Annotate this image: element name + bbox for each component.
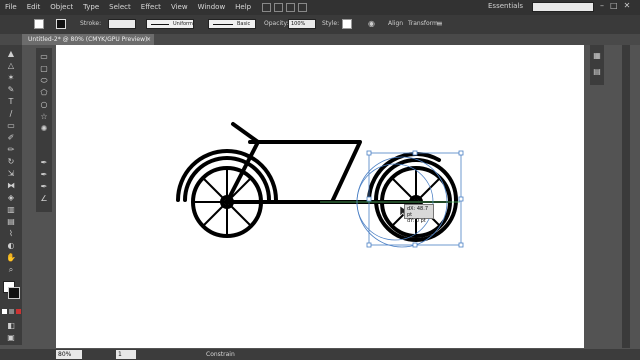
brush-label: Basic bbox=[237, 21, 251, 27]
rear-wheel[interactable] bbox=[176, 149, 278, 238]
stroke-swatch[interactable] bbox=[56, 19, 66, 29]
flyout-add-anchor-icon[interactable]: ✒ bbox=[37, 170, 51, 180]
opacity-label[interactable]: Opacity: bbox=[264, 19, 289, 29]
zoom-tool-icon[interactable]: ⌕ bbox=[4, 265, 18, 275]
type-tool-icon[interactable]: T bbox=[4, 97, 18, 107]
brush-definition[interactable]: Basic bbox=[208, 19, 256, 29]
menu-type[interactable]: Type bbox=[78, 0, 104, 15]
stroke-color-icon[interactable] bbox=[8, 287, 20, 299]
flyout-delete-anchor-icon[interactable]: ✒ bbox=[37, 182, 51, 192]
panel-options-icon[interactable]: ≡ bbox=[436, 19, 443, 28]
stroke-label[interactable]: Stroke: bbox=[80, 19, 101, 29]
drawing-mode-icon[interactable]: ◧ bbox=[4, 321, 18, 331]
tooltip-dx: dX: 48.7 pt bbox=[407, 206, 429, 218]
document-tab-title: Untitled-2* @ 80% (CMYK/GPU Preview) bbox=[28, 36, 148, 43]
artboard[interactable] bbox=[56, 45, 584, 348]
close-tab-icon[interactable]: × bbox=[146, 34, 151, 45]
menu-help[interactable]: Help bbox=[230, 0, 256, 15]
eyedropper-tool-icon[interactable]: ⌇ bbox=[4, 229, 18, 239]
menu-file[interactable]: File bbox=[0, 0, 22, 15]
paintbrush-tool-icon[interactable]: ✐ bbox=[4, 133, 18, 143]
style-label: Style: bbox=[322, 20, 340, 27]
collapsed-panels: ▦ ▤ bbox=[590, 45, 604, 85]
flyout-ellipse2-icon[interactable]: ○ bbox=[37, 100, 51, 110]
rectangle-tool-icon[interactable]: ▭ bbox=[4, 121, 18, 131]
flyout-ellipse-icon[interactable]: ⬭ bbox=[37, 76, 51, 86]
direct-selection-tool-icon[interactable]: △ bbox=[4, 61, 18, 71]
flyout-pen-icon[interactable]: ✒ bbox=[37, 158, 51, 168]
graphic-style-swatch[interactable] bbox=[342, 19, 352, 29]
transform-link[interactable]: Transform bbox=[408, 19, 438, 29]
maximize-icon[interactable]: □ bbox=[610, 1, 618, 10]
variable-width-profile[interactable]: Uniform bbox=[146, 19, 194, 29]
minimize-icon[interactable]: – bbox=[600, 1, 604, 10]
properties-panel-icon[interactable]: ▦ bbox=[590, 51, 604, 61]
close-icon[interactable]: ✕ bbox=[624, 1, 631, 10]
magic-wand-tool-icon[interactable]: ✶ bbox=[4, 73, 18, 83]
fill-swatch[interactable] bbox=[34, 19, 44, 29]
screen-mode-icon[interactable]: ▣ bbox=[4, 333, 18, 343]
workspace-switcher[interactable]: Essentials bbox=[488, 2, 523, 10]
profile-line-icon bbox=[151, 24, 169, 25]
hand-tool-icon[interactable]: ✋ bbox=[4, 253, 18, 263]
status-mode-text: Constrain bbox=[206, 351, 235, 358]
tooltip-dy: dY: 0 pt bbox=[407, 218, 426, 224]
brush-line-icon bbox=[213, 24, 233, 25]
vertical-scrollbar[interactable] bbox=[622, 45, 630, 348]
scale-tool-icon[interactable]: ⇲ bbox=[4, 169, 18, 179]
pen-tool-icon[interactable]: ✎ bbox=[4, 85, 18, 95]
selection-tool-icon[interactable]: ▲ bbox=[4, 49, 18, 59]
menu-select[interactable]: Select bbox=[104, 0, 136, 15]
menu-object[interactable]: Object bbox=[45, 0, 78, 15]
app-bar-icons bbox=[262, 3, 308, 12]
profile-label: Uniform bbox=[173, 21, 193, 27]
menu-view[interactable]: View bbox=[166, 0, 193, 15]
tools-panel: ▲ △ ✶ ✎ T ∕ ▭ ✐ ✏ ↻ ⇲ ⧓ ◈ ▥ ▤ ⌇ ◐ ✋ ⌕ ◧ … bbox=[0, 45, 22, 345]
search-input[interactable] bbox=[532, 2, 594, 12]
gradient-tool-icon[interactable]: ▤ bbox=[4, 217, 18, 227]
document-tab[interactable]: Untitled-2* @ 80% (CMYK/GPU Preview) × bbox=[22, 34, 154, 45]
menu-edit[interactable]: Edit bbox=[22, 0, 46, 15]
flyout-rectangle-icon[interactable]: ▭ bbox=[37, 52, 51, 62]
graph-tool-icon[interactable]: ▥ bbox=[4, 205, 18, 215]
opacity-field[interactable]: 100% bbox=[288, 19, 316, 29]
menu-window[interactable]: Window bbox=[193, 0, 231, 15]
gradient-mode-icon[interactable] bbox=[9, 309, 14, 314]
artwork-canvas[interactable] bbox=[56, 45, 584, 348]
arrange-documents-icon[interactable] bbox=[286, 3, 296, 12]
shape-builder-tool-icon[interactable]: ◈ bbox=[4, 193, 18, 203]
status-bar: 80% 1 Constrain bbox=[0, 349, 640, 360]
flyout-anchor-convert-icon[interactable]: ∠ bbox=[37, 194, 51, 204]
stroke-weight-field[interactable] bbox=[108, 19, 136, 29]
artboard-number-field[interactable]: 1 bbox=[116, 350, 136, 359]
shape-tools-flyout: ▭ ▢ ⬭ ⬠ ○ ☆ ✺ ✒ ✒ ✒ ∠ bbox=[36, 48, 52, 212]
recolor-artwork-icon[interactable]: ◉ bbox=[368, 19, 375, 28]
control-bar: Stroke: Uniform Basic Opacity: 100% Styl… bbox=[0, 15, 640, 35]
none-mode-icon[interactable] bbox=[16, 309, 21, 314]
width-tool-icon[interactable]: ⧓ bbox=[4, 181, 18, 191]
stock-icon[interactable] bbox=[274, 3, 284, 12]
measurement-tooltip: dX: 48.7 pt dY: 0 pt bbox=[404, 204, 434, 224]
blend-tool-icon[interactable]: ◐ bbox=[4, 241, 18, 251]
zoom-level-field[interactable]: 80% bbox=[56, 350, 82, 359]
layers-panel-icon[interactable]: ▤ bbox=[590, 67, 604, 77]
gpu-performance-icon[interactable] bbox=[298, 3, 308, 12]
front-wheel[interactable] bbox=[367, 151, 459, 242]
flyout-flare-icon[interactable]: ✺ bbox=[37, 124, 51, 134]
rotate-tool-icon[interactable]: ↻ bbox=[4, 157, 18, 167]
menu-bar: File Edit Object Type Select Effect View… bbox=[0, 0, 640, 15]
window-controls: – □ ✕ bbox=[600, 1, 630, 10]
menu-effect[interactable]: Effect bbox=[136, 0, 166, 15]
line-tool-icon[interactable]: ∕ bbox=[4, 109, 18, 119]
align-link[interactable]: Align bbox=[388, 19, 403, 29]
flyout-rounded-rectangle-icon[interactable]: ▢ bbox=[37, 64, 51, 74]
bridge-icon[interactable] bbox=[262, 3, 272, 12]
flyout-star-icon[interactable]: ☆ bbox=[37, 112, 51, 122]
pencil-tool-icon[interactable]: ✏ bbox=[4, 145, 18, 155]
flyout-polygon-icon[interactable]: ⬠ bbox=[37, 88, 51, 98]
color-mode-icon[interactable] bbox=[2, 309, 7, 314]
